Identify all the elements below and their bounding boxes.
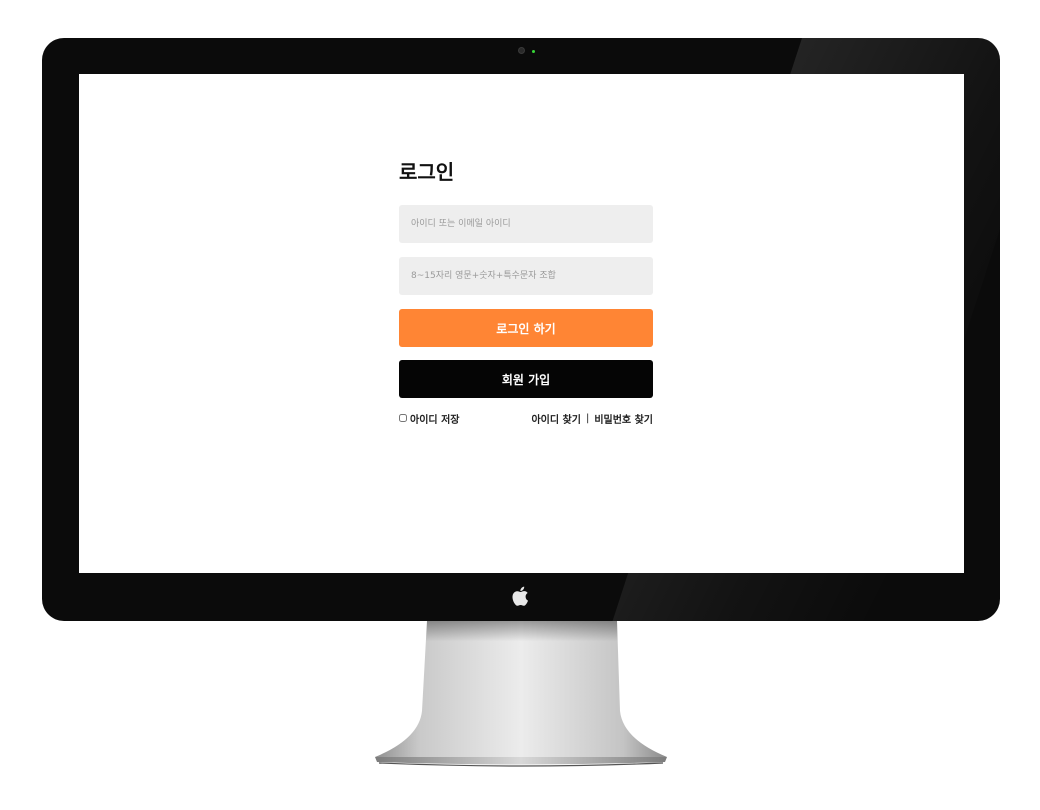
remember-id-checkbox[interactable] [399,414,407,422]
find-password-link[interactable]: 비밀번호 찾기 [594,411,653,426]
find-id-link[interactable]: 아이디 찾기 [531,411,580,426]
page-title: 로그인 [399,160,455,184]
password-input[interactable] [399,257,653,295]
monitor-screen: 로그인 로그인 하기 회원 가입 아이디 저장 아이디 찾기 | 비밀번호 찾기 [79,74,964,573]
apple-logo-icon [512,586,528,606]
login-options: 아이디 저장 아이디 찾기 | 비밀번호 찾기 [399,410,653,426]
monitor-bezel: 로그인 로그인 하기 회원 가입 아이디 저장 아이디 찾기 | 비밀번호 찾기 [42,38,1000,621]
login-button[interactable]: 로그인 하기 [399,309,653,347]
account-links: 아이디 찾기 | 비밀번호 찾기 [531,411,653,426]
camera-led-indicator [532,50,535,53]
camera-icon [518,47,525,54]
id-input[interactable] [399,205,653,243]
link-separator: | [585,412,590,424]
monitor-stand [375,621,667,767]
signup-button[interactable]: 회원 가입 [399,360,653,398]
remember-id-label: 아이디 저장 [410,414,460,426]
login-form: 로그인 로그인 하기 회원 가입 아이디 저장 아이디 찾기 | 비밀번호 찾기 [399,157,653,426]
remember-id[interactable]: 아이디 저장 [399,411,459,426]
